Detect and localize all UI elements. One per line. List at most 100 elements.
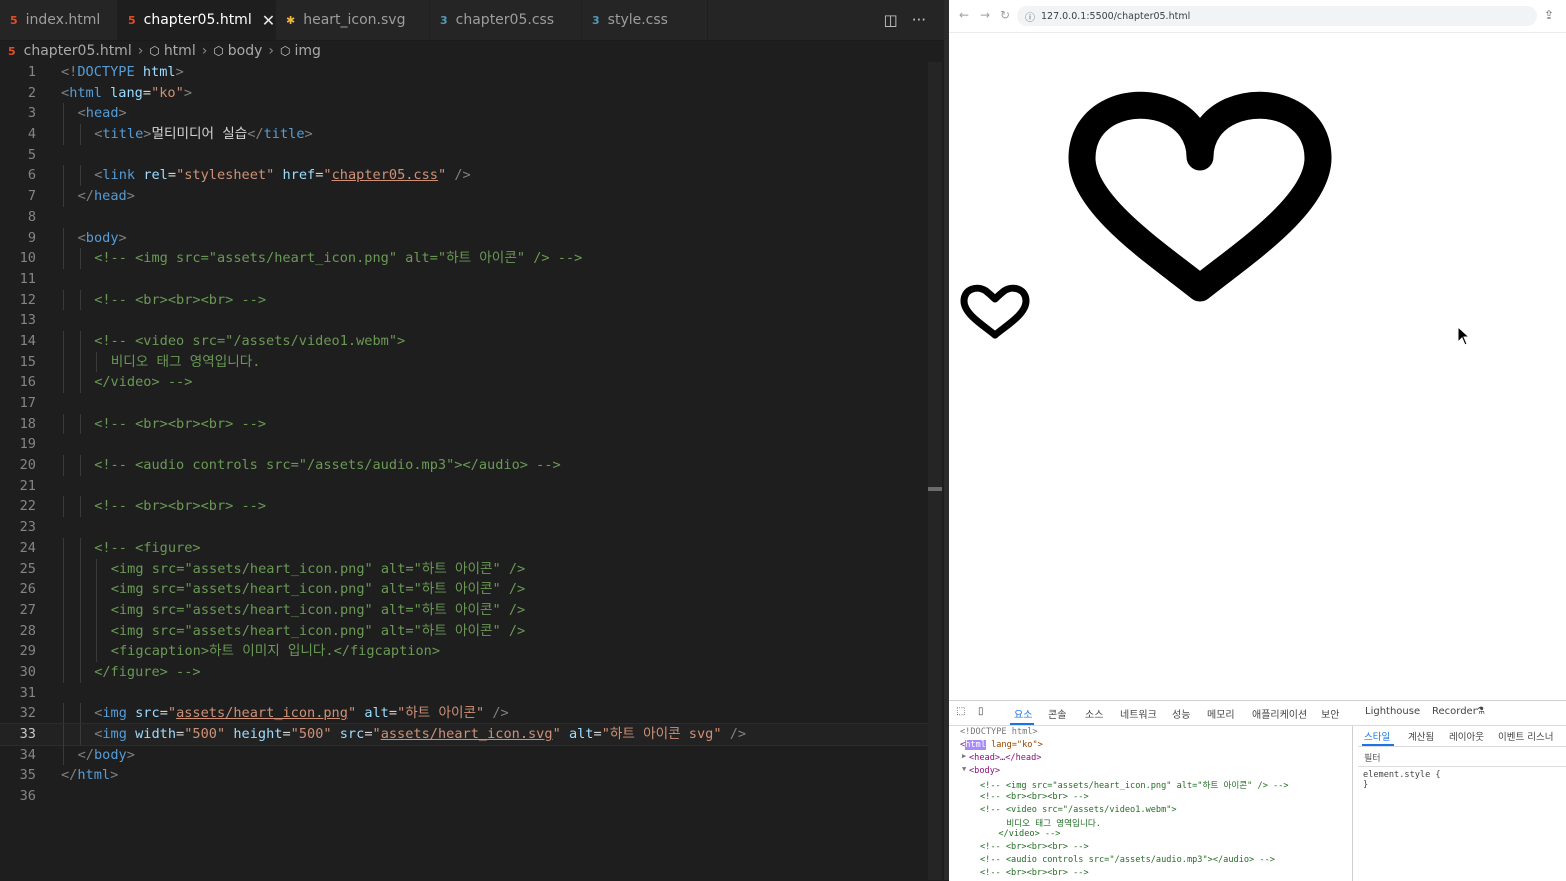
- code-line[interactable]: 27 <img src="assets/heart_icon.png" alt="…: [0, 599, 928, 621]
- devtools-tab-recorder[interactable]: Recorder: [1432, 706, 1477, 717]
- code-line[interactable]: 34 </body>: [0, 744, 928, 766]
- code-line[interactable]: 12 <!-- <br><br><br> -->: [0, 289, 928, 311]
- styles-tab-computed[interactable]: 계산됨: [1408, 729, 1434, 743]
- tab-chapter05-css[interactable]: 3 chapter05.css: [430, 0, 582, 40]
- breadcrumb-html[interactable]: html: [164, 43, 196, 59]
- breadcrumb: 5 chapter05.html › ⬡ html › ⬡ body › ⬡ i…: [0, 40, 944, 62]
- tab-heart-icon-svg[interactable]: ✱ heart_icon.svg: [276, 0, 430, 40]
- dom-comment[interactable]: <!-- <audio controls src="/assets/audio.…: [980, 855, 1275, 865]
- code-line[interactable]: 29 <figcaption>하트 이미지 입니다.</figcaption>: [0, 641, 928, 662]
- code-line[interactable]: 24 <!-- <figure>: [0, 537, 928, 559]
- code-line[interactable]: 26 <img src="assets/heart_icon.png" alt="…: [0, 579, 928, 600]
- devtools-tab-security[interactable]: 보안: [1321, 706, 1339, 721]
- devtools-tab-network[interactable]: 네트워크: [1120, 706, 1157, 721]
- editor-scrollbar[interactable]: [928, 62, 942, 880]
- code-line[interactable]: 15 비디오 태그 영역입니다.: [0, 351, 928, 373]
- code-line[interactable]: 22 <!-- <br><br><br> -->: [0, 496, 928, 518]
- code-line[interactable]: 30 </figure> -->: [0, 661, 928, 683]
- dom-comment[interactable]: <!-- <br><br><br> -->: [980, 868, 1089, 878]
- code-line[interactable]: 16 </video> -->: [0, 372, 928, 393]
- url-field[interactable]: ⓘ 127.0.0.1:5500/chapter05.html: [1017, 6, 1537, 26]
- code-line[interactable]: 6 <link rel="stylesheet" href="chapter05.…: [0, 165, 928, 187]
- svg-file-icon: ✱: [286, 13, 296, 27]
- code-line[interactable]: 35 </html>: [0, 765, 928, 786]
- elements-tree[interactable]: <!DOCTYPE html> <html lang="ko"> ▶ <head…: [949, 726, 1353, 881]
- code-line[interactable]: 25 <img src="assets/heart_icon.png" alt="…: [0, 558, 928, 580]
- code-line[interactable]: 28 <img src="assets/heart_icon.png" alt="…: [0, 620, 928, 642]
- site-info-icon[interactable]: ⓘ: [1025, 9, 1035, 24]
- code-line[interactable]: 2 <html lang="ko">: [0, 83, 928, 104]
- reload-icon[interactable]: ↻: [1000, 8, 1010, 22]
- styles-tab-styles[interactable]: 스타일: [1364, 729, 1390, 743]
- collapse-arrow-icon[interactable]: ▼: [962, 765, 966, 773]
- close-icon[interactable]: ✕: [262, 11, 275, 30]
- more-actions-icon[interactable]: ···: [912, 11, 926, 29]
- tab-style-css[interactable]: 3 style.css: [582, 0, 708, 40]
- styles-tab-layout[interactable]: 레이아웃: [1449, 729, 1484, 743]
- code-line[interactable]: 17: [0, 393, 928, 414]
- forward-icon[interactable]: →: [980, 8, 990, 22]
- code-line[interactable]: 18 <!-- <br><br><br> -->: [0, 413, 928, 435]
- breadcrumb-img[interactable]: img: [295, 43, 321, 59]
- expand-arrow-icon[interactable]: ▶: [962, 752, 966, 760]
- indent-guide: [63, 724, 64, 745]
- split-editor-icon[interactable]: ◫: [884, 11, 898, 29]
- dom-comment[interactable]: <!-- <br><br><br> -->: [980, 842, 1089, 852]
- devtools-tab-memory[interactable]: 메모리: [1207, 706, 1235, 721]
- device-toolbar-icon[interactable]: ▯: [978, 706, 984, 717]
- code-line[interactable]: 7 </head>: [0, 186, 928, 207]
- code-line[interactable]: 11: [0, 269, 928, 290]
- devtools-tab-application[interactable]: 애플리케이션: [1252, 706, 1307, 721]
- dom-head-node[interactable]: <head>…</head>: [969, 753, 1041, 763]
- code-line[interactable]: 8: [0, 207, 928, 228]
- code-line[interactable]: 19: [0, 434, 928, 455]
- code-area[interactable]: 1 <!DOCTYPE html> 2 <html lang="ko"> 3 <head>…: [0, 62, 929, 807]
- element-style-rule[interactable]: element.style { }: [1363, 770, 1441, 790]
- code-line[interactable]: 1 <!DOCTYPE html>: [0, 62, 928, 83]
- code-token: </: [77, 746, 94, 763]
- code-line[interactable]: 33 <img width="500" height="500" src="ass…: [0, 723, 929, 746]
- tab-chapter05-html[interactable]: 5 chapter05.html ✕: [118, 0, 276, 40]
- devtools-tab-console[interactable]: 콘솔: [1048, 706, 1066, 721]
- dom-doctype[interactable]: <!DOCTYPE html>: [960, 727, 1038, 737]
- scrollbar-thumb[interactable]: [928, 487, 942, 491]
- dom-comment[interactable]: <!-- <img src="assets/heart_icon.png" al…: [980, 779, 1289, 791]
- tab-index-html[interactable]: 5 index.html: [0, 0, 118, 40]
- dom-comment[interactable]: <!-- <br><br><br> -->: [980, 792, 1089, 802]
- code-line[interactable]: 20 <!-- <audio controls src="/assets/audi…: [0, 455, 928, 476]
- dom-html-node[interactable]: <html lang="ko">: [960, 740, 1043, 750]
- code-line[interactable]: 4 <title>멀티미디어 실습</title>: [0, 124, 928, 145]
- code-line[interactable]: 36: [0, 786, 928, 807]
- code-line[interactable]: 31: [0, 683, 928, 704]
- url-text[interactable]: 127.0.0.1:5500/chapter05.html: [1041, 11, 1190, 22]
- back-icon[interactable]: ←: [959, 8, 969, 22]
- code-token: <!-- <img src="assets/heart_icon.png" al…: [94, 250, 583, 267]
- active-tab-indicator: [1010, 723, 1034, 725]
- devtools-tab-lighthouse[interactable]: Lighthouse: [1365, 706, 1420, 717]
- styles-filter-input[interactable]: 필터: [1358, 747, 1566, 767]
- dom-body-node[interactable]: <body>: [969, 766, 1000, 776]
- line-number: 33: [19, 726, 36, 742]
- code-token: <: [77, 229, 86, 246]
- line-number: 11: [19, 270, 36, 287]
- code-line[interactable]: 23: [0, 517, 928, 538]
- breadcrumb-file[interactable]: chapter05.html: [24, 43, 132, 59]
- code-line[interactable]: 5: [0, 145, 928, 166]
- inspect-element-icon[interactable]: ⬚: [956, 706, 965, 717]
- devtools-tab-elements[interactable]: 요소: [1014, 706, 1032, 721]
- code-line[interactable]: 3 <head>: [0, 103, 928, 125]
- code-line[interactable]: 21: [0, 476, 928, 497]
- code-line[interactable]: 32 <img src="assets/heart_icon.png" alt="…: [0, 703, 928, 724]
- code-line[interactable]: 10 <!-- <img src="assets/heart_icon.png" …: [0, 248, 928, 269]
- devtools-tab-sources[interactable]: 소스: [1085, 706, 1103, 721]
- dom-comment[interactable]: <!-- <video src="/assets/video1.webm">: [980, 805, 1177, 815]
- code-line[interactable]: 13: [0, 310, 928, 331]
- code-token: >: [126, 746, 135, 763]
- code-line[interactable]: 9 <body>: [0, 227, 928, 249]
- devtools-tab-performance[interactable]: 성능: [1172, 706, 1190, 721]
- share-icon[interactable]: ⇪: [1544, 8, 1554, 22]
- breadcrumb-body[interactable]: body: [228, 43, 263, 59]
- code-line[interactable]: 14 <!-- <video src="/assets/video1.webm">: [0, 330, 928, 352]
- styles-tab-event-listeners[interactable]: 이벤트 리스너: [1498, 729, 1553, 743]
